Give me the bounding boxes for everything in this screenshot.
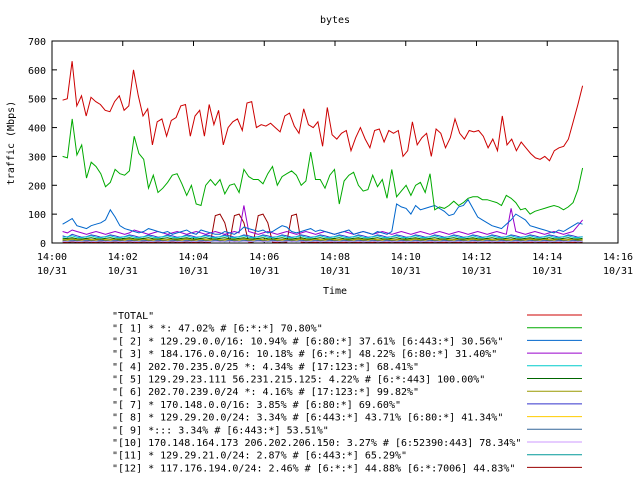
x-axis-label: Time <box>323 286 347 297</box>
legend-label: "[ 1] * *: 47.02% # [6:*:*] 70.80%" <box>112 324 323 335</box>
legend: "TOTAL" "[ 1] * *: 47.02% # [6:*:*] 70.80… <box>112 311 582 474</box>
series-line-2 <box>62 198 583 235</box>
legend-label: "[10] 170.148.164.173 206.202.206.150: 3… <box>112 438 521 449</box>
x-tick-date: 10/31 <box>320 266 350 277</box>
y-tick-label: 200 <box>28 181 46 192</box>
x-tick-time: 14:08 <box>320 252 350 263</box>
y-tick-label: 600 <box>28 66 46 77</box>
series-line-3 <box>62 205 583 235</box>
legend-label: "[ 2] * 129.29.0.0/16: 10.94% # [6:80:*]… <box>112 336 503 347</box>
x-tick-time: 14:02 <box>108 252 138 263</box>
series-line-10 <box>62 240 583 243</box>
chart: bytes traffic (Mbps) Time 0 100 200 300 400 5… <box>6 15 633 474</box>
y-tick-label: 100 <box>28 210 46 221</box>
x-tick-time: 14:04 <box>178 252 208 263</box>
legend-label: "TOTAL" <box>112 311 154 322</box>
legend-label: "[ 9] *::: 3.34% # [6:443:*] 53.51%" <box>112 425 329 436</box>
x-tick-date: 10/31 <box>178 266 208 277</box>
x-tick-time: 14:00 <box>37 252 67 263</box>
y-tick-label: 700 <box>28 37 46 48</box>
x-tick-date: 10/31 <box>603 266 633 277</box>
y-tick-label: 400 <box>28 124 46 135</box>
legend-label: "[12] * 117.176.194.0/24: 2.46% # [6:*:*… <box>112 463 515 474</box>
x-tick-date: 10/31 <box>461 266 491 277</box>
y-tick-label: 300 <box>28 152 46 163</box>
x-tick-date: 10/31 <box>391 266 421 277</box>
y-axis-label: traffic (Mbps) <box>6 101 17 185</box>
y-tick-label: 500 <box>28 95 46 106</box>
legend-label: "[ 6] 202.70.239.0/24 *: 4.16% # [17:123… <box>112 387 419 398</box>
legend-label: "[ 3] * 184.176.0.0/16: 10.18% # [6:*:*]… <box>112 349 497 360</box>
x-tick-date: 10/31 <box>108 266 138 277</box>
series-line-0 <box>62 61 584 162</box>
x-tick-time: 14:06 <box>249 252 279 263</box>
y-tick-label: 0 <box>40 239 46 250</box>
legend-label: "[ 7] * 170.148.0.0/16: 3.85% # [6:80:*]… <box>112 400 401 411</box>
x-tick-time: 14:12 <box>461 252 491 263</box>
x-tick-date: 10/31 <box>37 266 67 277</box>
legend-label: "[ 4] 202.70.235.0/25 *: 4.34% # [17:123… <box>112 362 419 373</box>
legend-label: "[ 8] * 129.29.20.0/24: 3.34% # [6:443:*… <box>112 413 503 424</box>
legend-label: "[ 5] 129.29.23.111 56.231.215.125: 4.22… <box>112 375 485 386</box>
x-tick-date: 10/31 <box>249 266 279 277</box>
x-tick-date: 10/31 <box>532 266 562 277</box>
x-tick-time: 14:14 <box>532 252 562 263</box>
chart-title: bytes <box>320 15 350 26</box>
series-line-5 <box>62 237 583 240</box>
legend-label: "[11] * 129.29.21.0/24: 2.87% # [6:443:*… <box>112 451 407 462</box>
x-tick-time: 14:16 <box>603 252 633 263</box>
x-tick-time: 14:10 <box>391 252 421 263</box>
series-lines <box>62 61 584 243</box>
